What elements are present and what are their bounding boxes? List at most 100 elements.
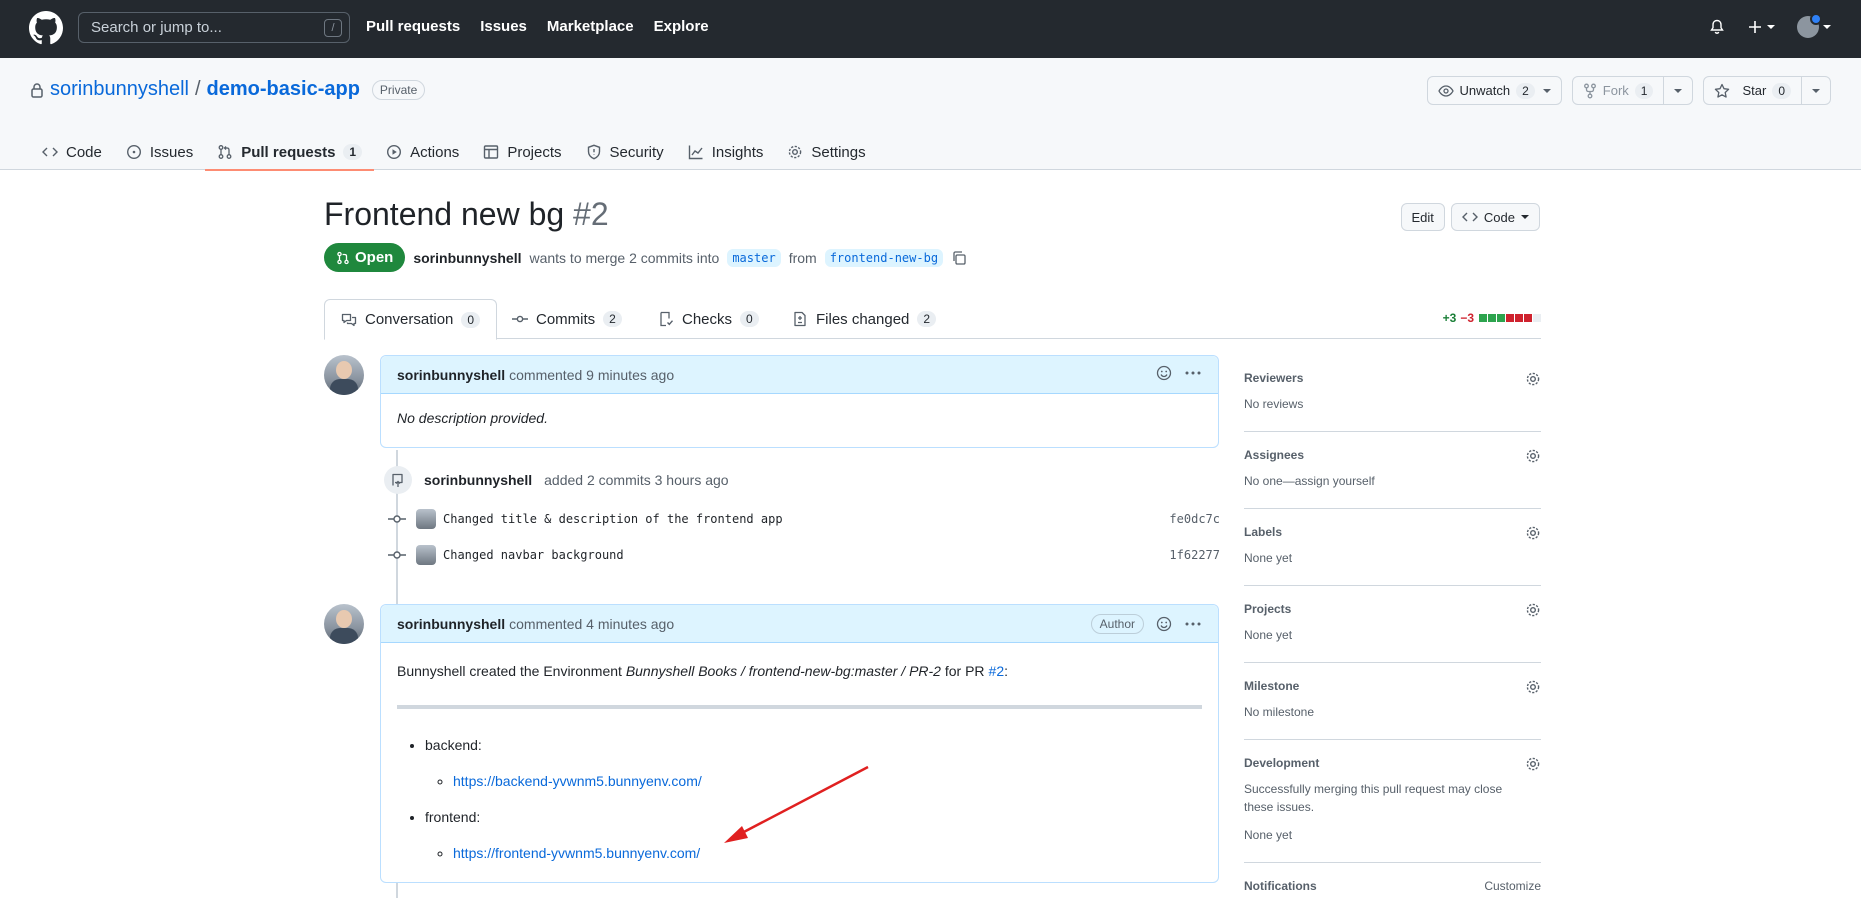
- sidebar-value[interactable]: No one—assign yourself: [1244, 472, 1541, 490]
- backend-url-link[interactable]: https://backend-yvwnm5.bunnyenv.com/: [453, 773, 702, 789]
- commit-row: Changed title & description of the front…: [388, 509, 1220, 529]
- tab-issues[interactable]: Issues: [114, 134, 205, 170]
- edit-button[interactable]: Edit: [1400, 203, 1445, 231]
- sidebar-assignees: Assignees No one—assign yourself: [1244, 432, 1541, 509]
- tab-actions[interactable]: Actions: [374, 134, 471, 170]
- watch-count: 2: [1516, 82, 1535, 99]
- repo-name-link[interactable]: demo-basic-app: [207, 78, 360, 101]
- repo-owner-link[interactable]: sorinbunnyshell: [50, 78, 189, 101]
- commit-row: Changed navbar background 1f62277: [388, 545, 1220, 565]
- tab-code[interactable]: Code: [30, 134, 114, 170]
- caret-down-icon: [1812, 88, 1820, 93]
- fork-dropdown[interactable]: [1664, 77, 1692, 104]
- gear-icon[interactable]: [1525, 448, 1541, 464]
- code-dropdown-button[interactable]: Code: [1450, 203, 1540, 231]
- gear-icon[interactable]: [1525, 679, 1541, 695]
- star-button[interactable]: Star 0: [1704, 77, 1802, 104]
- search-shortcut-key: /: [324, 19, 342, 37]
- user-avatar: [1797, 13, 1822, 38]
- star-button-group: Star 0: [1703, 76, 1831, 105]
- pr-sidebar: Reviewers No reviews Assignees No one—as…: [1244, 355, 1541, 898]
- tab-label: Settings: [811, 143, 866, 161]
- pull-requests-count: 1: [343, 144, 363, 160]
- tab-label: Conversation: [365, 311, 454, 328]
- pr-author-link[interactable]: sorinbunnyshell: [413, 250, 521, 266]
- create-new-menu[interactable]: [1747, 19, 1775, 35]
- edit-label: Edit: [1411, 209, 1434, 225]
- fork-button[interactable]: Fork 1: [1573, 77, 1665, 104]
- smiley-icon[interactable]: [1156, 616, 1172, 632]
- nav-pull-requests[interactable]: Pull requests: [366, 18, 460, 35]
- kebab-horizontal-icon[interactable]: [1184, 616, 1202, 632]
- pr-reference-link[interactable]: #2: [989, 663, 1005, 679]
- smiley-icon[interactable]: [1156, 365, 1172, 381]
- avatar[interactable]: [324, 355, 364, 395]
- base-branch[interactable]: master: [727, 248, 781, 267]
- tab-projects[interactable]: Projects: [471, 134, 573, 170]
- event-author[interactable]: sorinbunnyshell: [424, 472, 532, 488]
- pr-number: #2: [573, 196, 609, 232]
- tab-checks[interactable]: Checks 0: [642, 299, 775, 339]
- tab-files-changed[interactable]: Files changed 2: [776, 299, 952, 339]
- customize-notifications-link[interactable]: Customize: [1484, 879, 1541, 893]
- watch-dropdown[interactable]: [1539, 77, 1561, 104]
- watch-label: Unwatch: [1459, 83, 1511, 98]
- pr-header-actions: Edit Code: [1400, 203, 1540, 231]
- comment-timestamp[interactable]: commented 4 minutes ago: [509, 616, 674, 632]
- gear-icon[interactable]: [1525, 756, 1541, 772]
- plus-icon: [1749, 21, 1761, 33]
- comment-timestamp[interactable]: commented 9 minutes ago: [509, 367, 674, 383]
- comment-header: sorinbunnyshell commented 4 minutes ago …: [381, 605, 1218, 643]
- tab-pull-requests[interactable]: Pull requests 1: [205, 134, 375, 171]
- commit-message[interactable]: Changed navbar background: [443, 548, 624, 562]
- frontend-url-link[interactable]: https://frontend-yvwnm5.bunnyenv.com/: [453, 845, 700, 861]
- git-commit-icon: [512, 315, 528, 323]
- avatar[interactable]: [416, 509, 436, 529]
- git-commit-icon: [388, 515, 406, 523]
- commit-sha[interactable]: fe0dc7c: [1169, 512, 1220, 526]
- additions-count: +3: [1442, 311, 1457, 325]
- avatar[interactable]: [416, 545, 436, 565]
- list-item: https://frontend-yvwnm5.bunnyenv.com/: [453, 843, 1202, 863]
- file-diff-icon: [794, 311, 806, 327]
- tab-security[interactable]: Security: [574, 134, 676, 170]
- tab-commits[interactable]: Commits 2: [496, 299, 638, 339]
- tab-count: 0: [461, 311, 481, 328]
- tab-insights[interactable]: Insights: [676, 134, 776, 170]
- sidebar-heading: Labels: [1244, 525, 1283, 539]
- git-commit-icon: [388, 551, 406, 559]
- watch-button[interactable]: Unwatch 2: [1428, 77, 1539, 104]
- commit-message[interactable]: Changed title & description of the front…: [443, 512, 783, 526]
- nav-explore[interactable]: Explore: [654, 18, 709, 35]
- star-dropdown[interactable]: [1802, 77, 1830, 104]
- tab-conversation[interactable]: Conversation 0: [324, 299, 498, 340]
- sidebar-value: None yet: [1244, 551, 1293, 565]
- nav-issues[interactable]: Issues: [480, 18, 527, 35]
- tab-label: Issues: [149, 143, 194, 161]
- comment-author[interactable]: sorinbunnyshell: [397, 616, 505, 632]
- pr-meta: Open sorinbunnyshell wants to merge 2 co…: [324, 243, 967, 272]
- nav-marketplace[interactable]: Marketplace: [547, 18, 634, 35]
- checklist-icon: [660, 311, 674, 327]
- gear-icon[interactable]: [1525, 371, 1541, 387]
- issue-opened-icon: [126, 144, 141, 160]
- star-label: Star: [1742, 83, 1767, 98]
- sidebar-value: None yet: [1244, 628, 1293, 642]
- kebab-horizontal-icon[interactable]: [1184, 365, 1202, 381]
- github-logo-icon[interactable]: [29, 11, 63, 45]
- comment-author[interactable]: sorinbunnyshell: [397, 367, 505, 383]
- tab-count: 2: [917, 311, 937, 327]
- user-menu[interactable]: [1797, 13, 1831, 38]
- commit-sha[interactable]: 1f62277: [1169, 548, 1220, 562]
- avatar[interactable]: [324, 604, 364, 644]
- author-badge: Author: [1090, 614, 1144, 634]
- sub-list: https://frontend-yvwnm5.bunnyenv.com/: [453, 843, 1202, 863]
- code-icon: [42, 147, 58, 157]
- head-branch[interactable]: frontend-new-bg: [824, 248, 944, 267]
- search-input[interactable]: Search or jump to... /: [78, 12, 350, 43]
- bell-icon[interactable]: [1709, 19, 1725, 35]
- tab-settings[interactable]: Settings: [775, 134, 877, 170]
- gear-icon[interactable]: [1525, 602, 1541, 618]
- gear-icon[interactable]: [1525, 525, 1541, 541]
- copy-icon[interactable]: [951, 250, 967, 266]
